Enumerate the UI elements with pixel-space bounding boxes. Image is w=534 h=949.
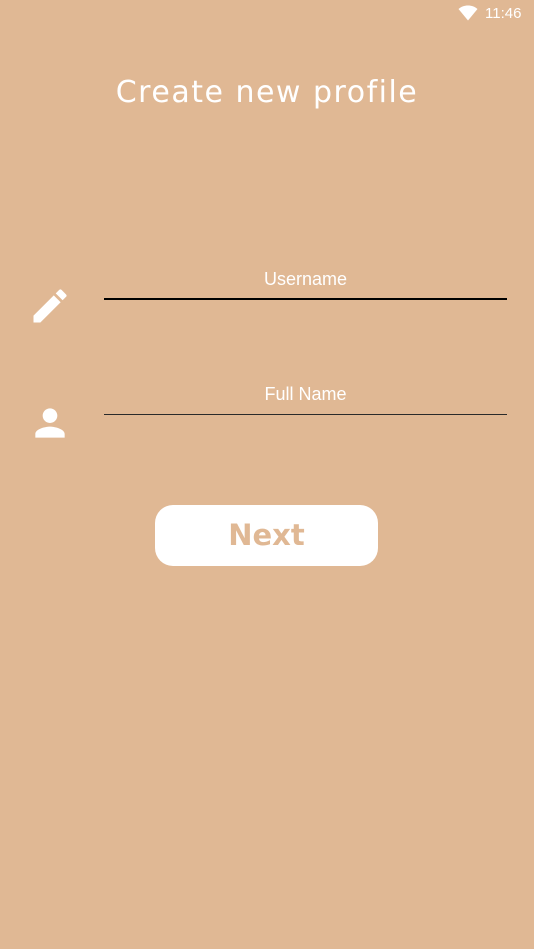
status-time: 11:46 xyxy=(485,5,522,22)
person-icon xyxy=(35,408,65,438)
wifi-icon xyxy=(458,5,478,21)
full-name-input[interactable] xyxy=(104,375,507,415)
next-button[interactable]: Next xyxy=(155,505,378,566)
username-input[interactable] xyxy=(104,260,507,300)
pencil-icon xyxy=(33,289,67,323)
page-title: Create new profile xyxy=(115,75,419,110)
status-bar: 11:46 xyxy=(0,0,534,28)
